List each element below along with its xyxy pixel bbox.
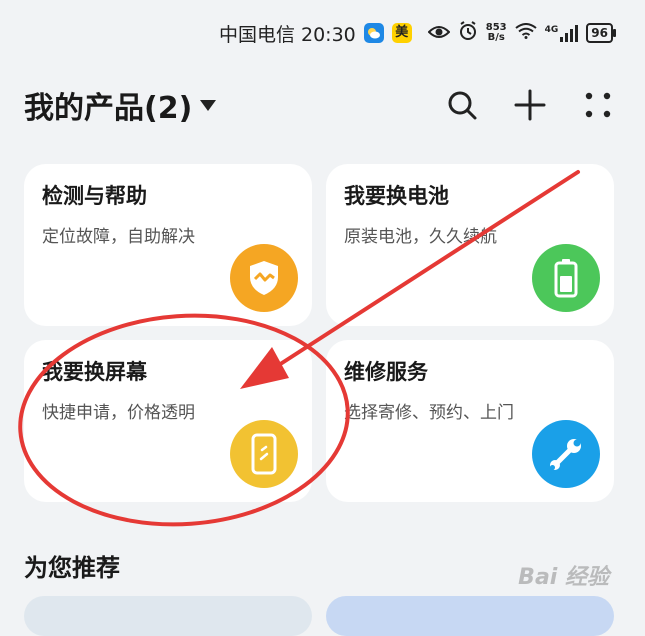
card-replace-screen[interactable]: 我要换屏幕 快捷申请，价格透明 [24,340,312,502]
caret-down-icon [200,99,217,111]
card-title: 检测与帮助 [42,184,147,208]
weather-app-icon [363,23,384,43]
wifi-icon [515,22,537,44]
status-bar: 中国电信 20:30 美 853 B/s 4G 96 [218,18,616,48]
card-subtitle: 快捷申请，价格透明 [42,403,195,423]
wrench-icon [532,420,600,488]
recommend-section-title: 为您推荐 [24,554,120,582]
battery-indicator: 96 [586,23,616,43]
card-replace-battery[interactable]: 我要换电池 原装电池，久久续航 [326,164,614,326]
card-title: 我要换屏幕 [42,360,147,384]
net-speed: 853 B/s [485,22,507,43]
carrier-time: 中国电信 20:30 [218,23,356,46]
network-type: 4G [544,24,559,35]
page-title: 我的产品(2) [24,91,193,126]
more-grid-icon[interactable] [581,88,615,122]
add-icon[interactable] [513,88,547,122]
products-header: 我的产品(2) [24,84,615,126]
meituan-app-icon: 美 [391,23,412,43]
products-title-dropdown[interactable]: 我的产品(2) [24,83,217,127]
recommend-card-2[interactable] [326,596,614,636]
card-subtitle: 选择寄修、预约、上门 [344,403,514,423]
card-repair-service[interactable]: 维修服务 选择寄修、预约、上门 [326,340,614,502]
baidu-watermark: Bai 经验 [518,565,609,590]
card-title: 维修服务 [344,360,428,384]
shield-check-icon [230,244,298,312]
card-title: 我要换电池 [344,184,449,208]
card-subtitle: 原装电池，久久续航 [344,227,497,247]
search-icon[interactable] [445,88,479,122]
card-subtitle: 定位故障，自助解决 [42,227,195,247]
battery-icon [532,244,600,312]
recommend-card-1[interactable] [24,596,312,636]
alarm-icon [458,20,478,46]
eye-icon [427,22,451,44]
card-diagnose-help[interactable]: 检测与帮助 定位故障，自助解决 [24,164,312,326]
phone-screen-icon [230,420,298,488]
signal-icon: 4G [544,24,579,42]
